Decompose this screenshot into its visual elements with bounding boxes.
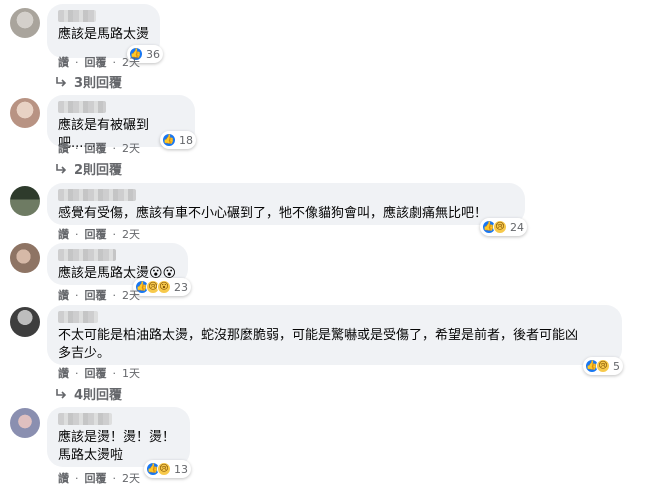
comment-actions: 讚 · 回覆 · 2天 [58, 287, 140, 303]
separator-dot: · [75, 227, 79, 241]
reaction-count: 5 [613, 359, 620, 373]
reply-button[interactable]: 回覆 [85, 54, 107, 70]
comment-text: 感覺有受傷，應該有車不小心碾到了，牠不像貓狗會叫，應該劇痛無比吧！ [58, 206, 488, 221]
like-button[interactable]: 讚 [58, 140, 69, 156]
separator-dot: · [75, 471, 79, 485]
timestamp[interactable]: 2天 [122, 287, 140, 303]
like-button[interactable]: 讚 [58, 54, 69, 70]
reaction-summary[interactable]: 👍 😢 5 [583, 357, 623, 375]
reaction-summary[interactable]: 👍 😢 24 [480, 218, 527, 236]
reply-arrow-icon [56, 388, 67, 399]
avatar[interactable] [10, 243, 40, 273]
like-button[interactable]: 讚 [58, 287, 69, 303]
timestamp[interactable]: 1天 [122, 365, 140, 381]
comment-text: 不太可能是柏油路太燙，蛇沒那麼脆弱，可能是驚嚇或是受傷了，希望是前者，後者可能凶… [58, 328, 579, 361]
like-reaction-icon: 👍 [162, 133, 176, 147]
reaction-count: 36 [146, 47, 160, 61]
separator-dot: · [75, 366, 79, 380]
reaction-count: 18 [179, 133, 193, 147]
sad-reaction-icon: 😢 [596, 359, 610, 373]
avatar[interactable] [10, 307, 40, 337]
sad-reaction-icon: 😢 [157, 462, 171, 476]
avatar[interactable] [10, 408, 40, 438]
reply-button[interactable]: 回覆 [85, 226, 107, 242]
comment-actions: 讚 · 回覆 · 1天 [58, 365, 140, 381]
separator-dot: · [112, 366, 117, 380]
reply-button[interactable]: 回覆 [85, 287, 107, 303]
separator-dot: · [75, 141, 79, 155]
like-button[interactable]: 讚 [58, 365, 69, 381]
avatar[interactable] [10, 8, 40, 38]
author-name-blurred[interactable] [58, 311, 98, 323]
comment-text: 應該是馬路太燙 [58, 27, 150, 42]
separator-dot: · [75, 55, 79, 69]
reaction-count: 13 [174, 462, 188, 476]
reaction-summary[interactable]: 👍 18 [160, 131, 196, 149]
comment-bubble: 應該是燙！燙！燙！ 馬路太燙啦 [47, 407, 190, 467]
author-name-blurred[interactable] [58, 189, 136, 201]
reply-button[interactable]: 回覆 [85, 140, 107, 156]
comment-actions: 讚 · 回覆 · 2天 [58, 54, 140, 70]
separator-dot: · [112, 55, 117, 69]
timestamp[interactable]: 2天 [122, 140, 140, 156]
separator-dot: · [112, 227, 117, 241]
comment-actions: 讚 · 回覆 · 2天 [58, 140, 140, 156]
comment-actions: 讚 · 回覆 · 2天 [58, 226, 140, 242]
replies-count-label[interactable]: 2則回覆 [74, 159, 122, 178]
author-name-blurred[interactable] [58, 10, 96, 22]
like-button[interactable]: 讚 [58, 226, 69, 242]
reaction-summary[interactable]: 👍 😢 😮 23 [133, 278, 191, 296]
comment-bubble: 不太可能是柏油路太燙，蛇沒那麼脆弱，可能是驚嚇或是受傷了，希望是前者，後者可能凶… [47, 305, 622, 365]
avatar[interactable] [10, 98, 40, 128]
timestamp[interactable]: 2天 [122, 54, 140, 70]
avatar[interactable] [10, 186, 40, 216]
wow-reaction-icon: 😮 [157, 280, 171, 294]
reply-arrow-icon [56, 163, 67, 174]
reply-arrow-icon [56, 76, 67, 87]
comment-bubble: 感覺有受傷，應該有車不小心碾到了，牠不像貓狗會叫，應該劇痛無比吧！ [47, 183, 525, 225]
separator-dot: · [112, 141, 117, 155]
view-replies-link[interactable]: 4則回覆 [54, 384, 122, 403]
view-replies-link[interactable]: 3則回覆 [54, 72, 122, 91]
separator-dot: · [112, 288, 117, 302]
reaction-count: 24 [510, 220, 524, 234]
author-name-blurred[interactable] [58, 413, 112, 425]
author-name-blurred[interactable] [58, 249, 116, 261]
replies-count-label[interactable]: 4則回覆 [74, 384, 122, 403]
view-replies-link[interactable]: 2則回覆 [54, 159, 122, 178]
separator-dot: · [112, 471, 117, 485]
separator-dot: · [75, 288, 79, 302]
reply-button[interactable]: 回覆 [85, 365, 107, 381]
sad-reaction-icon: 😢 [493, 220, 507, 234]
author-name-blurred[interactable] [58, 101, 106, 113]
reaction-summary[interactable]: 👍 😢 13 [144, 460, 191, 478]
timestamp[interactable]: 2天 [122, 226, 140, 242]
reaction-count: 23 [174, 280, 188, 294]
replies-count-label[interactable]: 3則回覆 [74, 72, 122, 91]
